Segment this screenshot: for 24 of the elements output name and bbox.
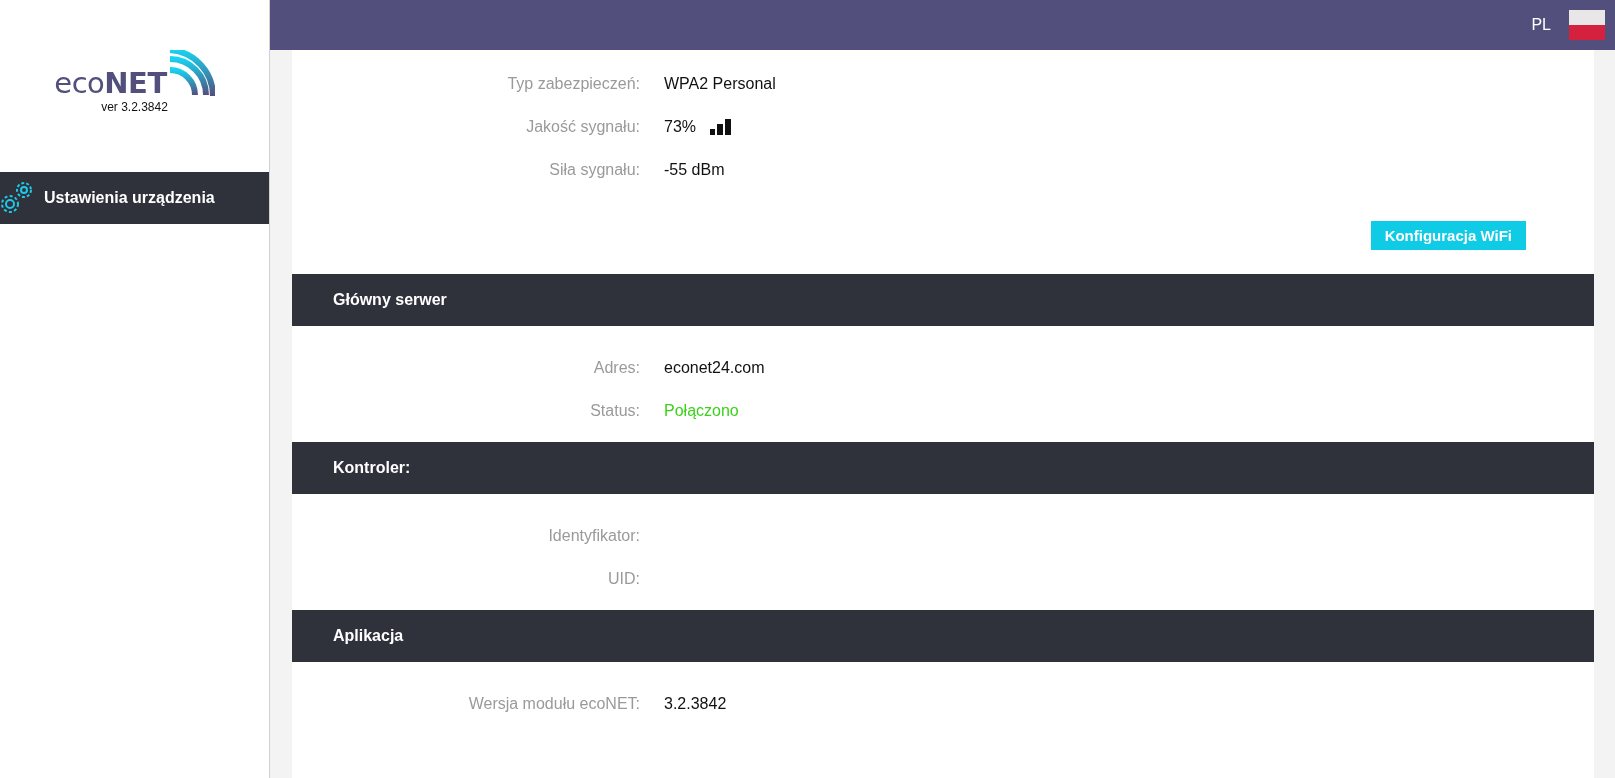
signal-bars-icon xyxy=(710,118,733,135)
field-value: WPA2 Personal xyxy=(664,74,776,93)
flag-icon[interactable] xyxy=(1569,10,1605,40)
field-label: Typ zabezpieczeń: xyxy=(506,74,640,93)
field-label: Siła sygnału: xyxy=(548,160,640,179)
field-value: econet24.com xyxy=(664,358,765,377)
section-header: Kontroler: xyxy=(292,442,1594,494)
status-value: Połączono xyxy=(664,401,739,420)
field-label: Status: xyxy=(589,401,640,420)
field-label: UID: xyxy=(607,569,640,588)
field-label: Identyfikator: xyxy=(547,526,640,545)
field-label: Jakość sygnału: xyxy=(525,117,640,136)
field-value: -55 dBm xyxy=(664,160,725,179)
field-value: 3.2.3842 xyxy=(664,694,727,713)
field-label: Wersja modułu ecoNET: xyxy=(467,694,640,713)
sidebar-item[interactable]: Ustawienia urządzenia xyxy=(0,172,269,224)
version-text: ver 3.2.3842 xyxy=(101,100,168,114)
section-header: Główny serwer xyxy=(292,274,1594,326)
field-label: Adres: xyxy=(592,358,640,377)
logo-text: ecoNET xyxy=(54,69,167,98)
gears-icon xyxy=(0,180,34,216)
field-value: 73% xyxy=(664,117,697,136)
language-code[interactable]: PL xyxy=(1531,16,1551,34)
section-header: Aplikacja xyxy=(292,610,1594,662)
